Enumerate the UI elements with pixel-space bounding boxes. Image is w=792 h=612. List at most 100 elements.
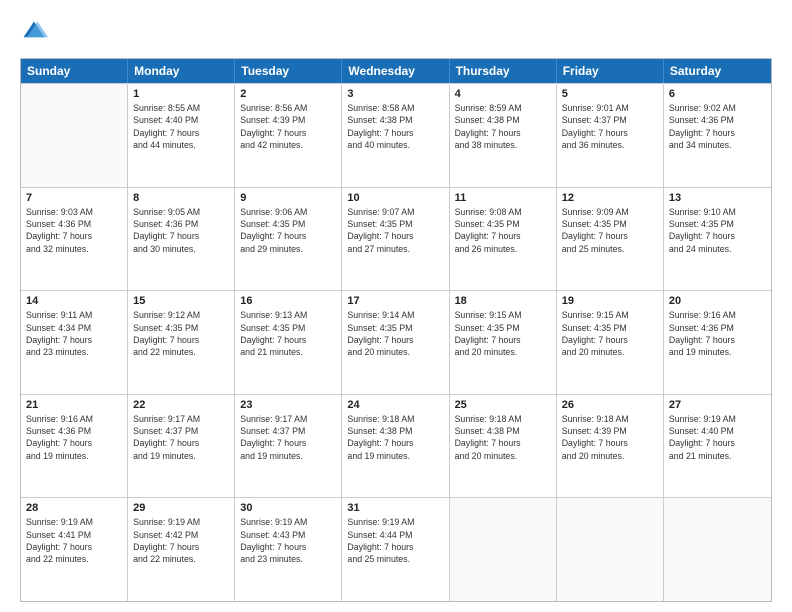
day-number: 12 bbox=[562, 192, 658, 204]
calendar-row-4: 28 Sunrise: 9:19 AMSunset: 4:41 PMDayligh… bbox=[21, 497, 771, 601]
day-cell-19: 19 Sunrise: 9:15 AMSunset: 4:35 PMDayligh… bbox=[557, 291, 664, 394]
day-number: 13 bbox=[669, 192, 766, 204]
day-info: Sunrise: 9:14 AMSunset: 4:35 PMDaylight:… bbox=[347, 309, 443, 358]
day-number: 17 bbox=[347, 295, 443, 307]
day-number: 10 bbox=[347, 192, 443, 204]
day-info: Sunrise: 9:10 AMSunset: 4:35 PMDaylight:… bbox=[669, 206, 766, 255]
day-cell-12: 12 Sunrise: 9:09 AMSunset: 4:35 PMDayligh… bbox=[557, 188, 664, 291]
day-number: 11 bbox=[455, 192, 551, 204]
calendar-header: SundayMondayTuesdayWednesdayThursdayFrid… bbox=[21, 59, 771, 83]
page: SundayMondayTuesdayWednesdayThursdayFrid… bbox=[0, 0, 792, 612]
day-number: 24 bbox=[347, 399, 443, 411]
calendar-row-0: 1 Sunrise: 8:55 AMSunset: 4:40 PMDaylight… bbox=[21, 83, 771, 187]
day-cell-14: 14 Sunrise: 9:11 AMSunset: 4:34 PMDayligh… bbox=[21, 291, 128, 394]
day-number: 2 bbox=[240, 88, 336, 100]
calendar-row-3: 21Sunrise: 9:16 AMSunset: 4:36 PMDayligh… bbox=[21, 394, 771, 498]
day-number: 18 bbox=[455, 295, 551, 307]
day-cell-3: 3Sunrise: 8:58 AMSunset: 4:38 PMDaylight… bbox=[342, 84, 449, 187]
day-cell-21: 21Sunrise: 9:16 AMSunset: 4:36 PMDayligh… bbox=[21, 395, 128, 498]
day-info: Sunrise: 9:19 AMSunset: 4:42 PMDaylight:… bbox=[133, 516, 229, 565]
day-cell-4: 4 Sunrise: 8:59 AMSunset: 4:38 PMDaylight… bbox=[450, 84, 557, 187]
day-number: 31 bbox=[347, 502, 443, 514]
day-info: Sunrise: 8:59 AMSunset: 4:38 PMDaylight:… bbox=[455, 102, 551, 151]
weekday-header-friday: Friday bbox=[557, 59, 664, 83]
header bbox=[20, 18, 772, 46]
day-number: 4 bbox=[455, 88, 551, 100]
day-number: 5 bbox=[562, 88, 658, 100]
day-cell-6: 6 Sunrise: 9:02 AMSunset: 4:36 PMDaylight… bbox=[664, 84, 771, 187]
day-info: Sunrise: 8:55 AMSunset: 4:40 PMDaylight:… bbox=[133, 102, 229, 151]
day-number: 22 bbox=[133, 399, 229, 411]
day-info: Sunrise: 9:15 AMSunset: 4:35 PMDaylight:… bbox=[562, 309, 658, 358]
day-info: Sunrise: 9:02 AMSunset: 4:36 PMDaylight:… bbox=[669, 102, 766, 151]
day-number: 15 bbox=[133, 295, 229, 307]
day-number: 6 bbox=[669, 88, 766, 100]
day-cell-16: 16 Sunrise: 9:13 AMSunset: 4:35 PMDayligh… bbox=[235, 291, 342, 394]
day-info: Sunrise: 8:56 AMSunset: 4:39 PMDaylight:… bbox=[240, 102, 336, 151]
day-info: Sunrise: 9:09 AMSunset: 4:35 PMDaylight:… bbox=[562, 206, 658, 255]
day-cell-2: 2 Sunrise: 8:56 AMSunset: 4:39 PMDaylight… bbox=[235, 84, 342, 187]
day-cell-1: 1 Sunrise: 8:55 AMSunset: 4:40 PMDaylight… bbox=[128, 84, 235, 187]
day-number: 8 bbox=[133, 192, 229, 204]
day-info: Sunrise: 9:19 AMSunset: 4:44 PMDaylight:… bbox=[347, 516, 443, 565]
day-cell-7: 7 Sunrise: 9:03 AMSunset: 4:36 PMDaylight… bbox=[21, 188, 128, 291]
day-info: Sunrise: 9:03 AMSunset: 4:36 PMDaylight:… bbox=[26, 206, 122, 255]
day-info: Sunrise: 9:16 AMSunset: 4:36 PMDaylight:… bbox=[669, 309, 766, 358]
day-cell-31: 31 Sunrise: 9:19 AMSunset: 4:44 PMDayligh… bbox=[342, 498, 449, 601]
day-number: 28 bbox=[26, 502, 122, 514]
logo-icon bbox=[20, 18, 48, 46]
day-number: 21 bbox=[26, 399, 122, 411]
day-info: Sunrise: 9:11 AMSunset: 4:34 PMDaylight:… bbox=[26, 309, 122, 358]
day-number: 29 bbox=[133, 502, 229, 514]
day-cell-24: 24 Sunrise: 9:18 AMSunset: 4:38 PMDayligh… bbox=[342, 395, 449, 498]
empty-cell-4-5 bbox=[557, 498, 664, 601]
weekday-header-monday: Monday bbox=[128, 59, 235, 83]
empty-cell-4-4 bbox=[450, 498, 557, 601]
day-cell-20: 20Sunrise: 9:16 AMSunset: 4:36 PMDayligh… bbox=[664, 291, 771, 394]
day-cell-18: 18 Sunrise: 9:15 AMSunset: 4:35 PMDayligh… bbox=[450, 291, 557, 394]
day-info: Sunrise: 9:17 AMSunset: 4:37 PMDaylight:… bbox=[133, 413, 229, 462]
day-cell-8: 8 Sunrise: 9:05 AMSunset: 4:36 PMDaylight… bbox=[128, 188, 235, 291]
day-info: Sunrise: 9:18 AMSunset: 4:38 PMDaylight:… bbox=[347, 413, 443, 462]
day-cell-27: 27 Sunrise: 9:19 AMSunset: 4:40 PMDayligh… bbox=[664, 395, 771, 498]
day-cell-13: 13 Sunrise: 9:10 AMSunset: 4:35 PMDayligh… bbox=[664, 188, 771, 291]
day-cell-10: 10Sunrise: 9:07 AMSunset: 4:35 PMDayligh… bbox=[342, 188, 449, 291]
day-number: 9 bbox=[240, 192, 336, 204]
day-cell-25: 25Sunrise: 9:18 AMSunset: 4:38 PMDayligh… bbox=[450, 395, 557, 498]
day-cell-5: 5Sunrise: 9:01 AMSunset: 4:37 PMDaylight… bbox=[557, 84, 664, 187]
empty-cell-4-6 bbox=[664, 498, 771, 601]
day-number: 25 bbox=[455, 399, 551, 411]
day-number: 19 bbox=[562, 295, 658, 307]
empty-cell-0-0 bbox=[21, 84, 128, 187]
day-info: Sunrise: 9:19 AMSunset: 4:40 PMDaylight:… bbox=[669, 413, 766, 462]
day-number: 14 bbox=[26, 295, 122, 307]
day-number: 7 bbox=[26, 192, 122, 204]
day-cell-11: 11Sunrise: 9:08 AMSunset: 4:35 PMDayligh… bbox=[450, 188, 557, 291]
day-cell-23: 23 Sunrise: 9:17 AMSunset: 4:37 PMDayligh… bbox=[235, 395, 342, 498]
day-info: Sunrise: 9:17 AMSunset: 4:37 PMDaylight:… bbox=[240, 413, 336, 462]
day-number: 1 bbox=[133, 88, 229, 100]
day-info: Sunrise: 9:12 AMSunset: 4:35 PMDaylight:… bbox=[133, 309, 229, 358]
day-number: 27 bbox=[669, 399, 766, 411]
day-info: Sunrise: 9:05 AMSunset: 4:36 PMDaylight:… bbox=[133, 206, 229, 255]
calendar: SundayMondayTuesdayWednesdayThursdayFrid… bbox=[20, 58, 772, 602]
day-cell-28: 28 Sunrise: 9:19 AMSunset: 4:41 PMDayligh… bbox=[21, 498, 128, 601]
day-info: Sunrise: 9:13 AMSunset: 4:35 PMDaylight:… bbox=[240, 309, 336, 358]
day-number: 26 bbox=[562, 399, 658, 411]
day-cell-15: 15 Sunrise: 9:12 AMSunset: 4:35 PMDayligh… bbox=[128, 291, 235, 394]
day-info: Sunrise: 9:19 AMSunset: 4:41 PMDaylight:… bbox=[26, 516, 122, 565]
weekday-header-tuesday: Tuesday bbox=[235, 59, 342, 83]
calendar-row-2: 14 Sunrise: 9:11 AMSunset: 4:34 PMDayligh… bbox=[21, 290, 771, 394]
weekday-header-thursday: Thursday bbox=[450, 59, 557, 83]
day-number: 30 bbox=[240, 502, 336, 514]
day-cell-17: 17 Sunrise: 9:14 AMSunset: 4:35 PMDayligh… bbox=[342, 291, 449, 394]
day-number: 23 bbox=[240, 399, 336, 411]
day-cell-26: 26Sunrise: 9:18 AMSunset: 4:39 PMDayligh… bbox=[557, 395, 664, 498]
day-info: Sunrise: 9:19 AMSunset: 4:43 PMDaylight:… bbox=[240, 516, 336, 565]
day-cell-29: 29 Sunrise: 9:19 AMSunset: 4:42 PMDayligh… bbox=[128, 498, 235, 601]
weekday-header-wednesday: Wednesday bbox=[342, 59, 449, 83]
day-number: 16 bbox=[240, 295, 336, 307]
day-info: Sunrise: 9:15 AMSunset: 4:35 PMDaylight:… bbox=[455, 309, 551, 358]
calendar-row-1: 7 Sunrise: 9:03 AMSunset: 4:36 PMDaylight… bbox=[21, 187, 771, 291]
day-number: 3 bbox=[347, 88, 443, 100]
